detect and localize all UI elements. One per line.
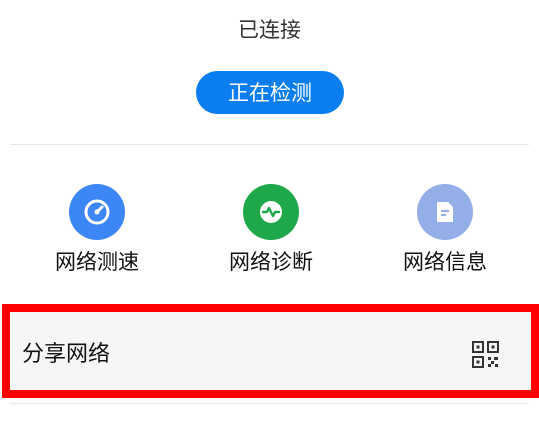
document-icon bbox=[417, 184, 473, 240]
divider bbox=[10, 144, 529, 145]
diagnosis-tool[interactable]: 网络诊断 bbox=[196, 180, 346, 276]
network-info-tool[interactable]: 网络信息 bbox=[370, 180, 520, 276]
detect-button[interactable]: 正在检测 bbox=[196, 71, 344, 114]
connection-status: 已连接 bbox=[238, 18, 301, 42]
tool-label: 网络诊断 bbox=[229, 250, 313, 274]
share-network-label: 分享网络 bbox=[22, 342, 111, 367]
tool-label: 网络信息 bbox=[403, 250, 487, 274]
tool-label: 网络测速 bbox=[55, 250, 139, 274]
pulse-icon bbox=[243, 184, 299, 240]
speed-test-tool[interactable]: 网络测速 bbox=[22, 180, 172, 276]
speedometer-icon bbox=[69, 184, 125, 240]
network-detail-page: 已连接 正在检测 网络测速 网络诊断 网络信息 分享网络 bbox=[0, 0, 539, 425]
divider bbox=[10, 403, 529, 404]
qr-code-icon bbox=[472, 341, 499, 368]
share-network-row[interactable]: 分享网络 bbox=[0, 308, 539, 396]
